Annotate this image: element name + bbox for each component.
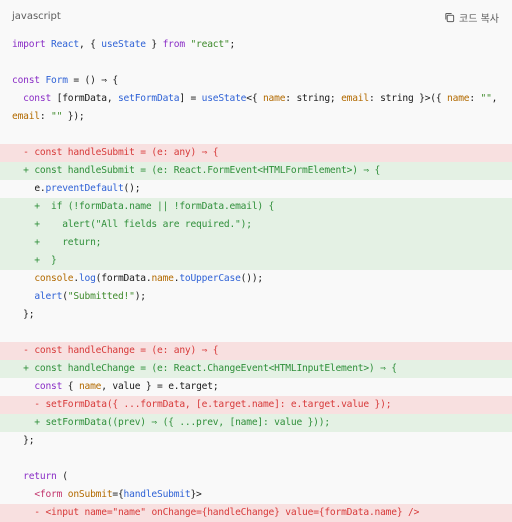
code-line-added: + } (0, 252, 512, 270)
code-line: }; (12, 309, 35, 320)
code-line: e.preventDefault(); (34, 183, 141, 194)
code-line-added: + setFormData((prev) ⇒ ({ ...prev, [name… (0, 414, 512, 432)
code-line-removed: - const handleSubmit = (e: any) ⇒ { (0, 144, 512, 162)
code-line: const [formData, setFormData] = useState… (23, 93, 498, 104)
code-line: const { name, value } = e.target; (34, 381, 219, 392)
copy-code-label: 코드 복사 (459, 14, 499, 25)
code-line-removed: - <input name="name" onChange={handleCha… (0, 504, 512, 522)
code-line: console.log(formData.name.toUpperCase())… (34, 273, 263, 284)
code-line-added: + const handleChange = (e: React.ChangeE… (0, 360, 512, 378)
code-line: email: "" }); (12, 111, 85, 122)
code-line-removed: - const handleChange = (e: any) ⇒ { (0, 342, 512, 360)
code-line-added: + return; (0, 234, 512, 252)
code-line: const Form = () ⇒ { (12, 75, 118, 86)
code-line-added: + if (!formData.name || !formData.email)… (0, 198, 512, 216)
code-line: <form onSubmit={handleSubmit}> (34, 489, 202, 500)
code-line: alert("Submitted!"); (34, 291, 146, 302)
code-content: import React, { useState } from "react";… (0, 36, 512, 522)
code-line: return ( (23, 471, 68, 482)
code-line: import React, { useState } from "react"; (12, 39, 236, 50)
copy-code-button[interactable]: 코드 복사 (444, 10, 499, 25)
code-line-removed: - setFormData({ ...formData, [e.target.n… (0, 396, 512, 414)
code-line-added: + alert("All fields are required."); (0, 216, 512, 234)
code-block-header: javascript 코드 복사 (0, 0, 512, 36)
code-line-added: + const handleSubmit = (e: React.FormEve… (0, 162, 512, 180)
code-language-label: javascript (12, 11, 61, 22)
copy-icon (444, 12, 455, 23)
code-line: }; (12, 435, 35, 446)
